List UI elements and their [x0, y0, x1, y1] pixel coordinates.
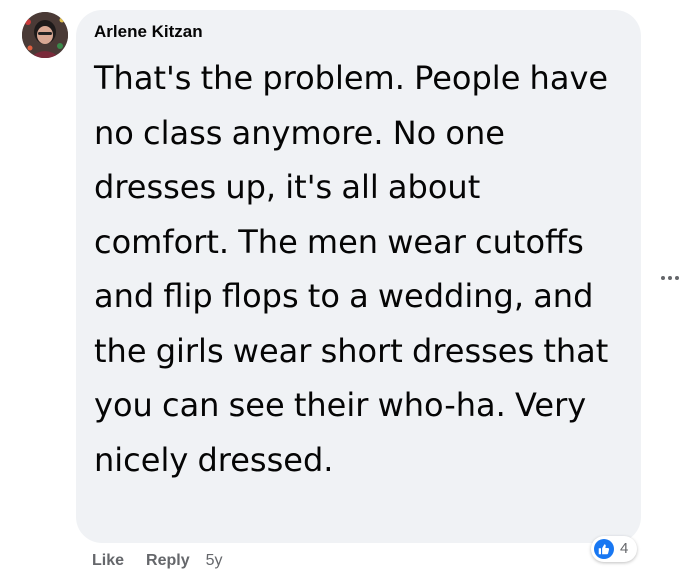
more-dot: [675, 276, 679, 280]
comment-bubble: Arlene Kitzan That's the problem. People…: [76, 10, 641, 543]
author-name[interactable]: Arlene Kitzan: [94, 21, 203, 43]
like-button[interactable]: Like: [92, 551, 124, 571]
avatar-image: [22, 12, 68, 58]
more-dot: [661, 276, 665, 280]
comment-actions: Like Reply 5y: [92, 551, 223, 571]
thumbs-up-icon: [594, 539, 614, 559]
reaction-summary[interactable]: 4: [591, 536, 638, 562]
timestamp[interactable]: 5y: [206, 551, 223, 571]
more-options-icon[interactable]: [655, 268, 685, 288]
reaction-count: 4: [620, 540, 629, 557]
reply-button[interactable]: Reply: [146, 551, 190, 571]
avatar[interactable]: [22, 12, 68, 58]
comment-text: That's the problem. People have no class…: [94, 59, 609, 479]
more-dot: [668, 276, 672, 280]
